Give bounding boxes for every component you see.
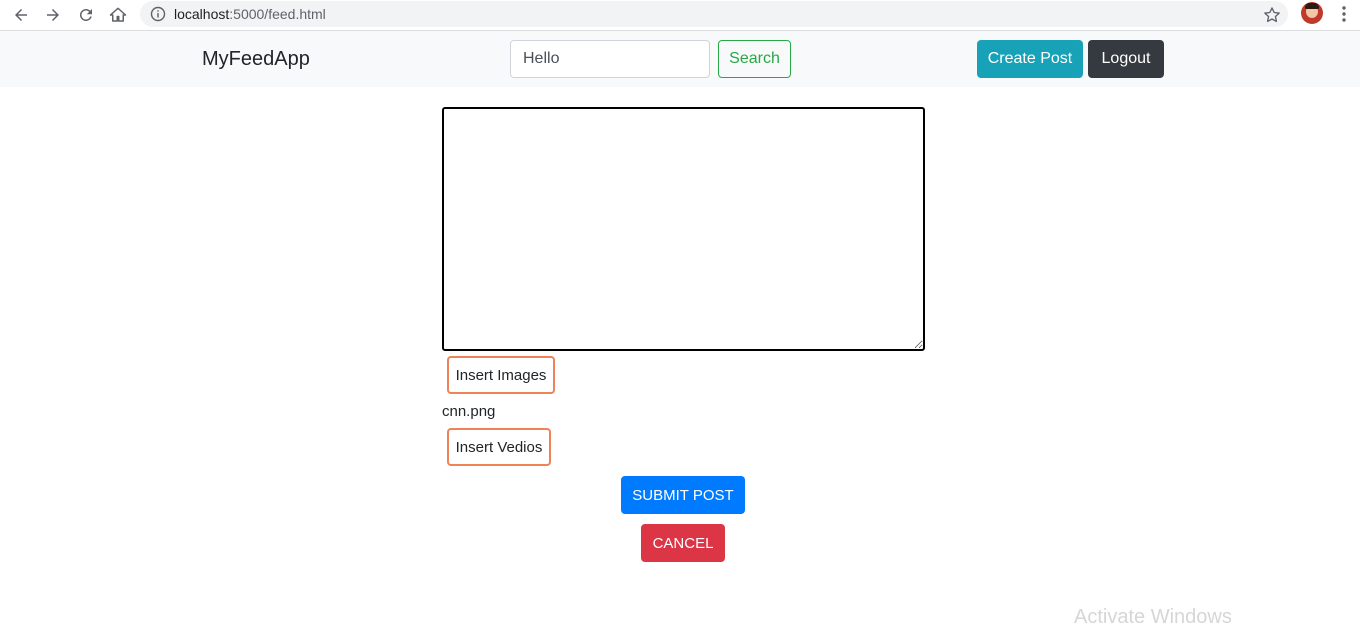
- insert-images-button[interactable]: Insert Images: [447, 356, 555, 394]
- url-text[interactable]: localhost:5000/feed.html: [174, 6, 326, 22]
- avatar[interactable]: [1301, 2, 1323, 24]
- reload-icon[interactable]: [74, 3, 98, 27]
- star-icon[interactable]: [1262, 5, 1282, 25]
- forward-arrow-icon[interactable]: [41, 3, 65, 27]
- logout-button[interactable]: Logout: [1088, 40, 1164, 78]
- avatar-hair: [1305, 3, 1319, 9]
- post-textarea[interactable]: [442, 107, 925, 351]
- create-post-button[interactable]: Create Post: [977, 40, 1083, 78]
- submit-post-button[interactable]: SUBMIT POST: [621, 476, 745, 514]
- search-input[interactable]: [510, 40, 710, 78]
- home-icon[interactable]: [106, 3, 130, 27]
- kebab-menu-icon[interactable]: [1336, 4, 1352, 24]
- brand-logo[interactable]: MyFeedApp: [202, 48, 310, 71]
- back-arrow-icon[interactable]: [9, 3, 33, 27]
- address-bar[interactable]: localhost:5000/feed.html: [140, 1, 1288, 27]
- cancel-button[interactable]: CANCEL: [641, 524, 725, 562]
- insert-videos-button[interactable]: Insert Vedios: [447, 428, 551, 466]
- browser-toolbar: localhost:5000/feed.html: [0, 0, 1360, 31]
- attached-filename: cnn.png: [442, 403, 496, 420]
- search-button[interactable]: Search: [718, 40, 791, 78]
- app-navbar: MyFeedApp Search Create Post Logout: [0, 31, 1360, 87]
- info-icon[interactable]: [150, 6, 166, 22]
